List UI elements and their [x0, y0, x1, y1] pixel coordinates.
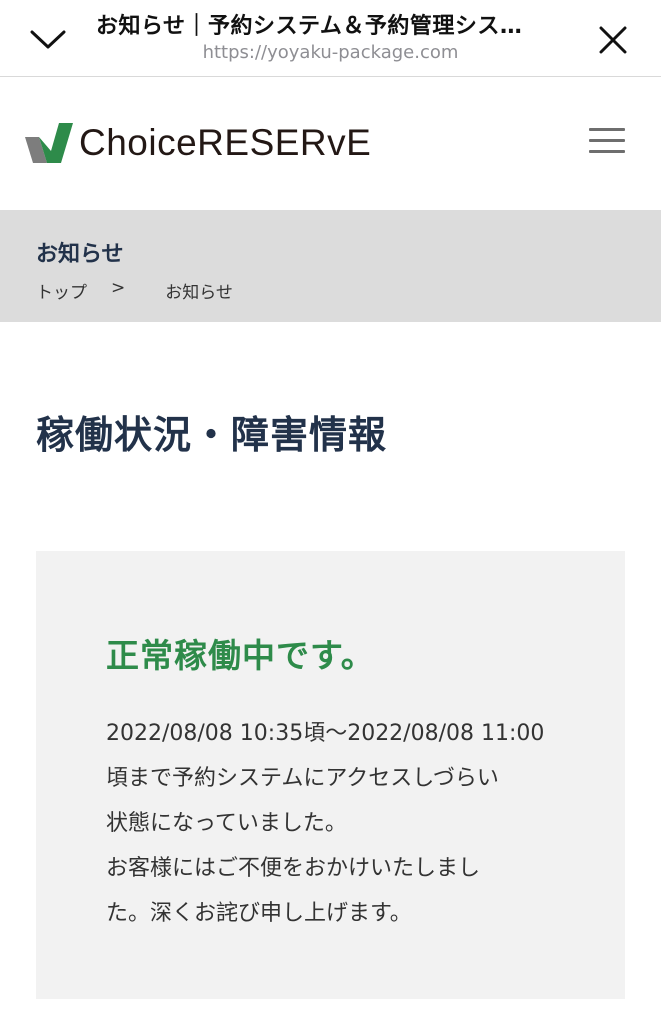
browser-url[interactable]: https://yoyaku-package.com: [0, 42, 661, 63]
status-line: 頃まで予約システムにアクセスしづらい: [106, 766, 499, 791]
breadcrumb-link-top[interactable]: トップ: [36, 278, 87, 303]
breadcrumb-current: お知らせ: [165, 283, 233, 303]
status-line: た。深くお詫び申し上げます。: [106, 901, 412, 926]
checkmark-logo-icon: [25, 123, 73, 163]
browser-bar: お知らせ｜予約システム＆予約管理シス… https://yoyaku-packa…: [0, 0, 661, 77]
status-message: 2022/08/08 10:35頃〜2022/08/08 11:00 頃まで予約…: [106, 711, 576, 936]
status-card: 正常稼働中です。 2022/08/08 10:35頃〜2022/08/08 11…: [36, 551, 625, 999]
page-title: お知らせ: [36, 242, 124, 267]
breadcrumb-section: お知らせ トップ > お知らせ: [0, 210, 661, 322]
logo-text: ChoiceRESERvE: [79, 122, 372, 163]
site-header: ChoiceRESERvE: [0, 78, 661, 210]
site-logo[interactable]: ChoiceRESERvE: [25, 122, 371, 164]
hamburger-menu-icon[interactable]: [589, 128, 625, 156]
breadcrumb: トップ > お知らせ: [36, 278, 233, 303]
status-line: 2022/08/08 10:35頃〜2022/08/08 11:00: [106, 721, 545, 746]
section-heading: 稼働状況・障害情報: [36, 413, 388, 457]
status-line: 状態になっていました。: [106, 811, 347, 836]
status-title: 正常稼働中です。: [106, 636, 375, 675]
browser-page-title: お知らせ｜予約システム＆予約管理シス…: [96, 14, 523, 39]
status-line: お客様にはご不便をおかけいたしまし: [106, 856, 481, 881]
breadcrumb-separator: >: [111, 278, 126, 298]
close-icon[interactable]: [593, 20, 633, 60]
